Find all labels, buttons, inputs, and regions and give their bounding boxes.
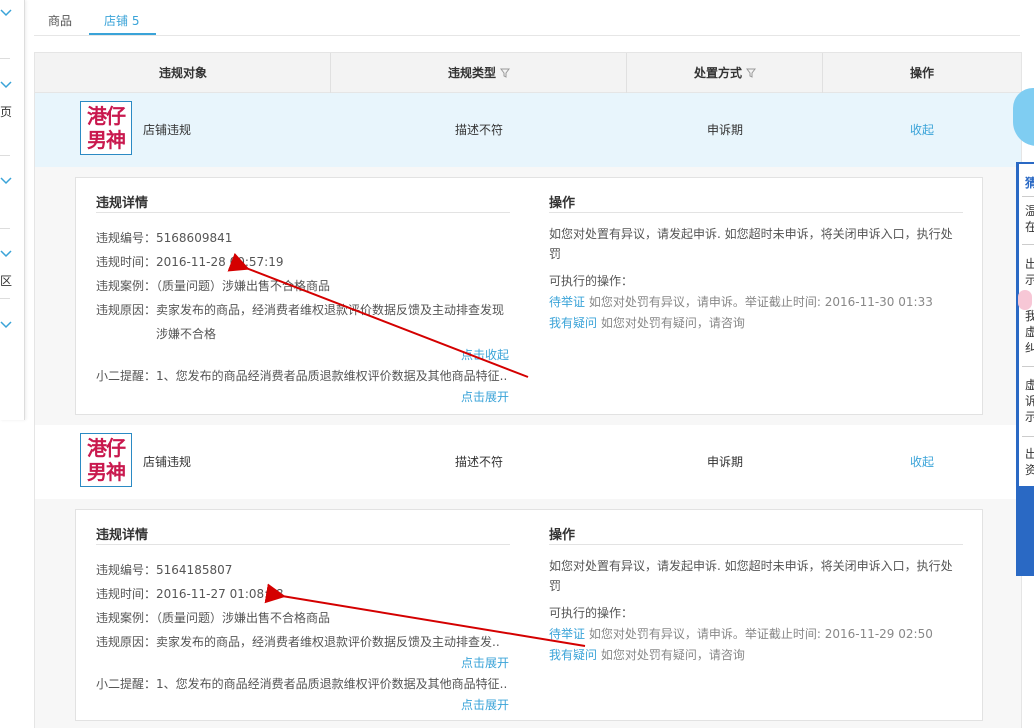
chevron-down-icon[interactable] — [0, 176, 12, 186]
violation-type: 描述不符 — [454, 455, 503, 469]
chevron-down-icon[interactable] — [0, 249, 12, 259]
header-violation-type[interactable]: 违规类型 — [331, 53, 627, 93]
available-actions-label: 可执行的操作： — [549, 274, 634, 288]
detail-card: 违规详情 违规编号：5168609841 违规时间：2016-11-28 00:… — [75, 177, 983, 415]
violation-reason: 违规原因：卖家发布的商品，经消费者维权退款评价数据反馈及主动排查发现 — [96, 303, 505, 317]
provide-evidence-link[interactable]: 待举证 — [549, 295, 585, 309]
detail-panel: 违规详情 违规编号：5164185807 违规时间：2016-11-27 01:… — [35, 499, 1021, 728]
shop-logo: 港仔 男神 — [80, 433, 132, 487]
tab-shop[interactable]: 店铺 5 — [104, 12, 139, 29]
available-actions-label: 可执行的操作： — [549, 606, 634, 620]
right-panel-divider — [1022, 244, 1034, 245]
right-panel-text[interactable]: 纠 — [1025, 340, 1034, 356]
header-target: 违规对象 — [158, 66, 207, 80]
right-panel-text[interactable]: 虚 — [1025, 377, 1034, 393]
sidebar-divider — [0, 228, 10, 229]
right-panel-text[interactable]: 出 — [1025, 256, 1034, 272]
have-question-link[interactable]: 我有疑问 — [549, 316, 597, 330]
have-question-link[interactable]: 我有疑问 — [549, 648, 597, 662]
right-panel-divider — [1022, 436, 1034, 437]
table-row: 港仔 男神 店铺违规 描述不符 申诉期 收起 — [35, 93, 1021, 167]
collapse-link[interactable]: 收起 — [823, 93, 1021, 167]
collapse-link[interactable]: 收起 — [823, 425, 1021, 499]
sidebar-item-fragment[interactable]: 区 — [0, 272, 12, 289]
table-row: 港仔 男神 店铺违规 描述不符 申诉期 收起 — [35, 425, 1021, 499]
sidebar-item-fragment[interactable]: 页 — [0, 103, 12, 120]
filter-icon[interactable] — [500, 54, 510, 94]
left-sidebar: 页 区 — [0, 0, 25, 420]
active-tab-indicator — [89, 33, 156, 35]
chevron-down-icon[interactable] — [0, 8, 12, 18]
right-panel-title: 猜 — [1025, 176, 1034, 190]
right-panel-text[interactable]: 示 — [1025, 409, 1034, 425]
detail-title: 违规详情 — [96, 528, 149, 543]
violation-category: 店铺违规 — [143, 455, 192, 469]
sidebar-divider — [0, 298, 10, 299]
action-question: 我有疑问 如您对处罚有疑问，请咨询 — [549, 316, 745, 330]
violation-id: 违规编号：5164185807 — [96, 563, 233, 577]
detail-title: 违规详情 — [96, 196, 149, 211]
right-panel-text[interactable]: 资 — [1025, 462, 1034, 478]
chevron-down-icon[interactable] — [0, 80, 12, 90]
ops-title: 操作 — [549, 196, 576, 211]
header-method[interactable]: 处置方式 — [627, 53, 823, 93]
right-panel-text[interactable]: 我 — [1025, 308, 1034, 324]
action-provide-evidence: 待举证 如您对处罚有异议，请申诉。举证截止时间: 2016-11-29 02:5… — [549, 627, 933, 641]
detail-panel: 违规详情 违规编号：5168609841 违规时间：2016-11-28 00:… — [35, 167, 1021, 425]
filter-icon[interactable] — [746, 54, 756, 94]
right-panel-text[interactable]: 诉 — [1025, 393, 1034, 409]
expand-reminder-link[interactable]: 点击展开 — [461, 696, 509, 713]
right-panel-text[interactable]: 虚 — [1025, 324, 1034, 340]
ops-divider — [549, 544, 963, 545]
violation-case: 违规案例：（质量问题）涉嫌出售不合格商品 — [96, 611, 331, 625]
detail-divider — [96, 544, 510, 545]
right-panel-text[interactable]: 出 — [1025, 446, 1034, 462]
ops-title: 操作 — [549, 528, 576, 543]
disposal-method: 申诉期 — [706, 123, 743, 137]
right-panel-divider — [1022, 366, 1034, 367]
right-panel-text[interactable]: 温 — [1025, 203, 1034, 219]
tab-products[interactable]: 商品 — [48, 12, 72, 29]
chevron-down-icon[interactable] — [0, 320, 12, 330]
violation-reason: 违规原因：卖家发布的商品，经消费者维权退款评价数据反馈及主动排查发.. — [96, 635, 500, 649]
table-header: 违规对象 违规类型 处置方式 操作 — [35, 53, 1021, 93]
collapse-reason-link[interactable]: 点击收起 — [461, 346, 509, 363]
header-operation: 操作 — [909, 66, 934, 80]
decoration-icon — [1018, 290, 1032, 310]
disposal-method: 申诉期 — [706, 455, 743, 469]
violation-time: 违规时间：2016-11-27 01:08:48 — [96, 587, 284, 601]
detail-divider — [96, 212, 510, 213]
provide-evidence-link[interactable]: 待举证 — [549, 627, 585, 641]
ops-description: 如您对处置有异议，请发起申诉. 如您超时未申诉，将关闭申诉入口，执行处罚 — [549, 227, 953, 261]
violation-table: 违规对象 违规类型 处置方式 操作 港仔 男神 店铺违规 描述不符 申诉期 收起 … — [34, 52, 1022, 728]
shop-logo: 港仔 男神 — [80, 101, 132, 155]
action-question: 我有疑问 如您对处罚有疑问，请咨询 — [549, 648, 745, 662]
detail-card: 违规详情 违规编号：5164185807 违规时间：2016-11-27 01:… — [75, 509, 983, 721]
right-panel-divider — [1022, 196, 1034, 197]
reminder-text: 小二提醒：1、您发布的商品经消费者品质退款维权评价数据及其他商品特征.. — [96, 369, 508, 383]
sidebar-divider — [0, 155, 10, 156]
violation-time: 违规时间：2016-11-28 00:57:19 — [96, 255, 284, 269]
violation-case: 违规案例：（质量问题）涉嫌出售不合格商品 — [96, 279, 331, 293]
ops-divider — [549, 212, 963, 213]
expand-reason-link[interactable]: 点击展开 — [461, 654, 509, 671]
reminder-text: 小二提醒：1、您发布的商品经消费者品质退款维权评价数据及其他商品特征.. — [96, 677, 508, 691]
action-provide-evidence: 待举证 如您对处罚有异议，请申诉。举证截止时间: 2016-11-30 01:3… — [549, 295, 933, 309]
expand-reminder-link[interactable]: 点击展开 — [461, 388, 509, 405]
sidebar-divider — [0, 58, 10, 59]
violation-category: 店铺违规 — [143, 123, 192, 137]
right-panel-text[interactable]: 示 — [1025, 272, 1034, 288]
right-panel-text[interactable]: 在 — [1025, 219, 1034, 235]
violation-id: 违规编号：5168609841 — [96, 231, 233, 245]
violation-reason-cont: 涉嫌不合格 — [156, 327, 217, 341]
violation-type: 描述不符 — [454, 123, 503, 137]
ops-description: 如您对处置有异议，请发起申诉. 如您超时未申诉，将关闭申诉入口，执行处罚 — [549, 559, 953, 593]
tab-bar: 商品 店铺 5 — [34, 0, 1020, 36]
